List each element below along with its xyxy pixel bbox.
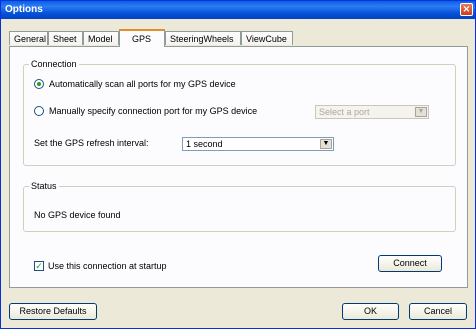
startup-checkbox-label[interactable]: Use this connection at startup: [48, 261, 167, 271]
close-icon: ×: [462, 4, 471, 15]
manual-port-radio[interactable]: [34, 106, 44, 116]
manual-port-label[interactable]: Manually specify connection port for my …: [49, 106, 257, 116]
refresh-interval-select[interactable]: 1 second ▼: [182, 137, 334, 151]
ok-button[interactable]: OK: [342, 303, 399, 320]
chevron-down-icon: ▼: [320, 139, 332, 149]
gps-tab-panel: Connection Automatically scan all ports …: [9, 46, 468, 288]
refresh-interval-label: Set the GPS refresh interval:: [34, 138, 149, 148]
window-title: Options: [5, 4, 43, 15]
title-bar[interactable]: Options ×: [1, 1, 475, 19]
tab-gps[interactable]: GPS: [119, 29, 165, 47]
tab-steeringwheels[interactable]: SteeringWheels: [165, 31, 241, 45]
checkmark-icon: ✓: [35, 261, 43, 271]
status-message: No GPS device found: [34, 210, 121, 220]
close-button[interactable]: ×: [460, 3, 473, 16]
tab-sheet-label: Sheet: [53, 34, 77, 44]
auto-scan-radio[interactable]: [34, 79, 44, 89]
connection-legend: Connection: [29, 59, 79, 69]
port-select[interactable]: Select a port ▼: [315, 105, 429, 119]
status-group: Status No GPS device found: [23, 181, 456, 232]
tab-model-label: Model: [88, 34, 113, 44]
auto-scan-label[interactable]: Automatically scan all ports for my GPS …: [49, 79, 236, 89]
restore-defaults-button[interactable]: Restore Defaults: [9, 303, 97, 320]
port-select-value: Select a port: [319, 107, 370, 117]
connection-group: Connection Automatically scan all ports …: [23, 59, 456, 166]
tab-general-label: General: [14, 34, 47, 44]
tab-viewcube-label: ViewCube: [246, 34, 287, 44]
tab-sheet[interactable]: Sheet: [48, 31, 83, 45]
status-legend: Status: [29, 181, 59, 191]
tab-general[interactable]: General: [9, 31, 48, 45]
tab-steeringwheels-label: SteeringWheels: [170, 34, 234, 44]
options-dialog: Options × General Sheet Model GPS Steeri…: [0, 0, 476, 329]
tab-gps-label: GPS: [132, 34, 152, 44]
chevron-down-icon: ▼: [415, 107, 427, 117]
tab-viewcube[interactable]: ViewCube: [241, 31, 293, 45]
connect-button[interactable]: Connect: [378, 255, 442, 272]
refresh-interval-value: 1 second: [186, 139, 223, 149]
startup-checkbox[interactable]: ✓: [34, 261, 44, 271]
tab-model[interactable]: Model: [83, 31, 119, 45]
cancel-button[interactable]: Cancel: [409, 303, 467, 320]
